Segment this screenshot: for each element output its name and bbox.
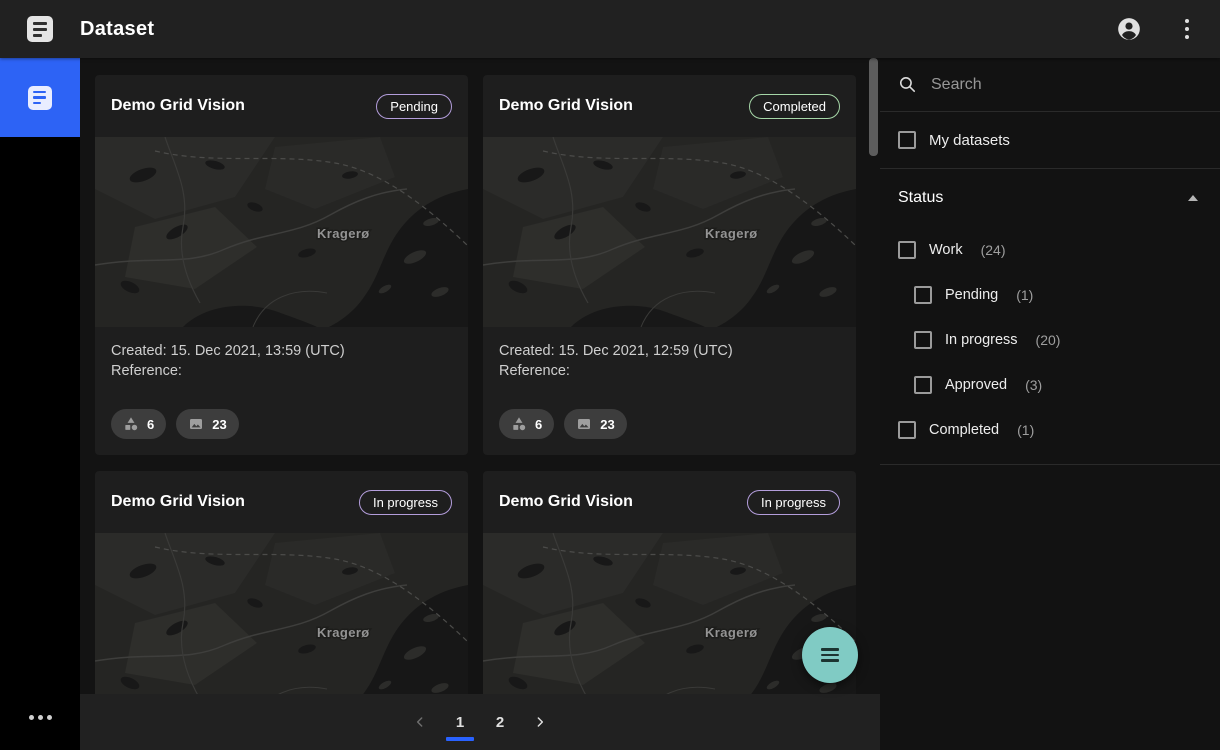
- page-2-button[interactable]: 2: [480, 702, 520, 742]
- map-place-label: Kragerø: [317, 625, 370, 640]
- annotations-badge: 6: [111, 409, 167, 439]
- filter-label: Approved: [945, 376, 1008, 393]
- account-button[interactable]: [1112, 12, 1146, 46]
- ellipsis-icon: [28, 715, 34, 720]
- images-count: 23: [600, 416, 615, 432]
- filter-count: (1): [1016, 286, 1034, 303]
- filter-count: (20): [1035, 331, 1061, 348]
- chevron-right-icon: [537, 717, 544, 727]
- status-chip: Pending: [376, 93, 452, 119]
- status-section-header[interactable]: Status: [880, 169, 1220, 227]
- status-section-title: Status: [898, 189, 944, 206]
- filter-label: Completed: [929, 421, 1000, 438]
- status-chip: In progress: [358, 489, 452, 515]
- annotations-count: 6: [147, 416, 155, 432]
- created-date: Created: 15. Dec 2021, 12:59 (UTC): [499, 343, 733, 359]
- filter-label: Work: [929, 241, 963, 258]
- card-title: Demo Grid Vision: [499, 97, 633, 114]
- filter-label: In progress: [945, 331, 1018, 348]
- images-badge: 23: [176, 409, 239, 439]
- images-count: 23: [212, 416, 227, 432]
- dataset-grid: Demo Grid Vision Pending Kragerø Created…: [80, 58, 880, 750]
- menu-lines-icon: [821, 648, 839, 651]
- pagination-bar: 1 2: [80, 694, 880, 750]
- my-datasets-filter[interactable]: My datasets: [880, 112, 1220, 169]
- status-chip: In progress: [746, 489, 840, 515]
- images-badge: 23: [564, 409, 627, 439]
- dataset-card[interactable]: Demo Grid Vision Completed Kragerø Creat…: [483, 75, 856, 455]
- dataset-list-icon: [28, 85, 52, 110]
- my-datasets-checkbox[interactable]: [898, 131, 916, 149]
- next-page-button[interactable]: [520, 702, 560, 742]
- category-icon: [125, 417, 138, 431]
- collapse-arrow-icon[interactable]: [1188, 195, 1198, 201]
- status-filter-section: Status Work (24) Pending (1) In progress…: [880, 169, 1220, 465]
- filter-count: (3): [1025, 376, 1043, 393]
- created-date: Created: 15. Dec 2021, 13:59 (UTC): [111, 343, 345, 359]
- filter-approved[interactable]: Approved (3): [880, 362, 1220, 407]
- annotations-badge: 6: [499, 409, 555, 439]
- my-datasets-label: My datasets: [929, 131, 1010, 149]
- kebab-menu-icon: [1185, 19, 1189, 39]
- reference-label: Reference:: [499, 363, 570, 379]
- vertical-scrollbar[interactable]: [869, 58, 878, 156]
- card-title: Demo Grid Vision: [111, 493, 245, 510]
- current-page-indicator: [446, 737, 474, 741]
- filter-count: (24): [980, 241, 1006, 258]
- filter-label: Pending: [945, 286, 999, 303]
- page-number: 2: [495, 713, 505, 731]
- map-layers-fab[interactable]: [802, 627, 858, 683]
- nav-item-datasets[interactable]: [0, 58, 80, 137]
- left-nav-rail: [0, 58, 80, 750]
- filter-panel: My datasets Status Work (24) Pending (1)…: [880, 58, 1220, 750]
- account-circle-icon: [1118, 18, 1140, 40]
- dataset-card[interactable]: Demo Grid Vision Pending Kragerø Created…: [95, 75, 468, 455]
- search-icon: [899, 76, 916, 93]
- page-number: 1: [455, 713, 465, 731]
- more-menu-button[interactable]: [1170, 12, 1204, 46]
- dataset-app-icon: [27, 16, 53, 42]
- pending-checkbox[interactable]: [914, 285, 932, 304]
- work-checkbox[interactable]: [898, 240, 916, 259]
- chevron-left-icon: [416, 717, 423, 727]
- map-thumbnail: Kragerø: [95, 137, 468, 327]
- map-thumbnail: Kragerø: [483, 137, 856, 327]
- page-1-button[interactable]: 1: [440, 702, 480, 742]
- status-chip: Completed: [749, 93, 840, 119]
- image-icon: [190, 419, 203, 429]
- annotations-count: 6: [535, 416, 543, 432]
- reference-label: Reference:: [111, 363, 182, 379]
- filter-pending[interactable]: Pending (1): [880, 272, 1220, 317]
- card-title: Demo Grid Vision: [111, 97, 245, 114]
- completed-checkbox[interactable]: [898, 420, 916, 439]
- map-place-label: Kragerø: [705, 226, 758, 241]
- image-icon: [578, 419, 591, 429]
- filter-count: (1): [1017, 421, 1035, 438]
- search-row: [880, 58, 1220, 112]
- map-place-label: Kragerø: [317, 226, 370, 241]
- filter-completed[interactable]: Completed (1): [880, 407, 1220, 452]
- in-progress-checkbox[interactable]: [914, 330, 932, 349]
- approved-checkbox[interactable]: [914, 375, 932, 394]
- card-title: Demo Grid Vision: [499, 493, 633, 510]
- category-icon: [513, 417, 526, 431]
- top-app-bar: Dataset: [0, 0, 1220, 58]
- nav-overflow-button[interactable]: [0, 715, 80, 720]
- filter-in-progress[interactable]: In progress (20): [880, 317, 1220, 362]
- filter-work[interactable]: Work (24): [880, 227, 1220, 272]
- search-input[interactable]: [931, 75, 1202, 94]
- previous-page-button[interactable]: [400, 702, 440, 742]
- map-place-label: Kragerø: [705, 625, 758, 640]
- page-title: Dataset: [80, 17, 155, 40]
